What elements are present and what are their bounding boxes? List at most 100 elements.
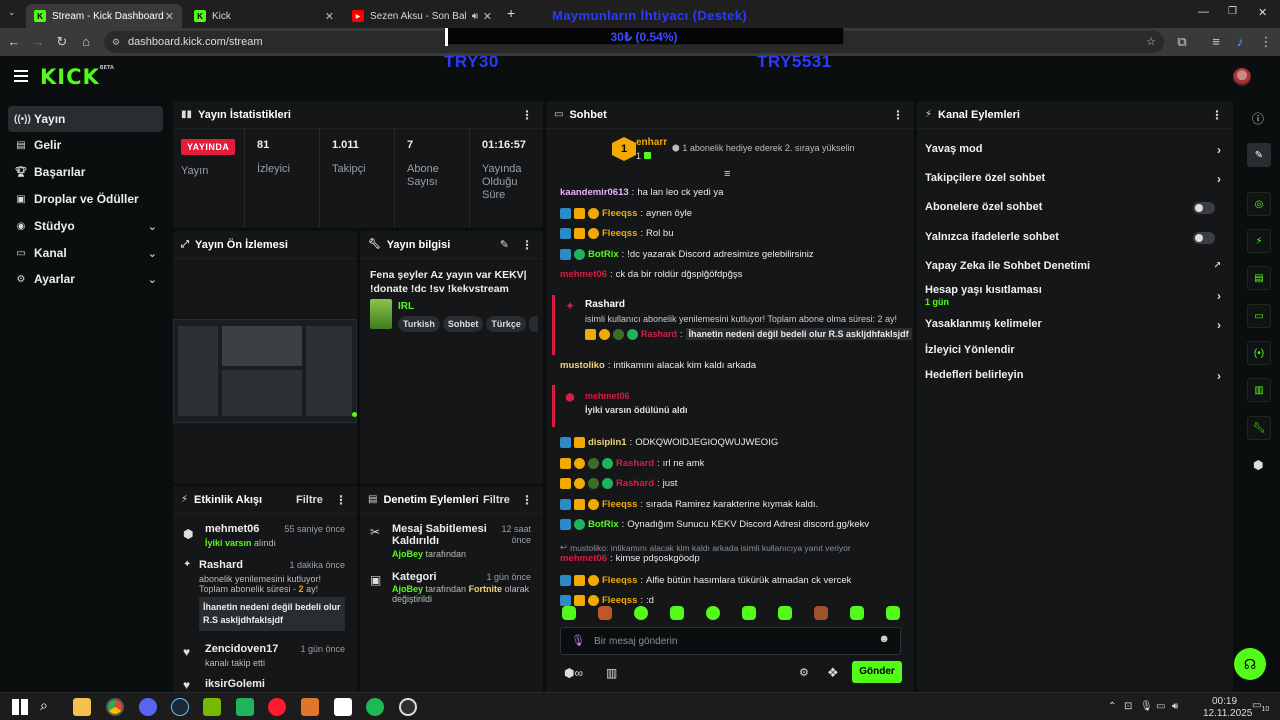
emote-icon[interactable] xyxy=(634,606,648,620)
activity-user[interactable]: iksirGolemi xyxy=(205,678,265,690)
chat-username[interactable]: Rashard xyxy=(616,458,654,469)
steam-icon[interactable] xyxy=(171,698,189,716)
points-icon[interactable]: ⬢∞ xyxy=(564,666,583,680)
reward-user[interactable]: mehmet06 xyxy=(585,391,630,401)
menu-icon[interactable] xyxy=(14,70,28,82)
bolt-rail-icon[interactable]: ⚡︎ xyxy=(1247,229,1271,253)
maximize-window-icon[interactable]: ❐ xyxy=(1228,6,1237,17)
clock-date[interactable]: 12.11.2025 xyxy=(1203,708,1252,719)
close-window-icon[interactable]: ✕ xyxy=(1258,6,1267,19)
new-tab-icon[interactable]: + xyxy=(507,5,515,21)
moderator-name[interactable]: AjoBey xyxy=(392,549,423,559)
leader-name[interactable]: enharr xyxy=(636,137,667,148)
close-tab-icon[interactable]: ✕ xyxy=(483,10,492,23)
tag[interactable]: Sohbet xyxy=(442,316,484,332)
more-options-icon[interactable]: ⋮ xyxy=(521,108,533,122)
resub-user[interactable]: Rashard xyxy=(585,299,625,310)
chat-username[interactable]: mehmet06 xyxy=(560,269,607,280)
tab-youtube[interactable]: ▶ Sezen Aksu - Son Bakış (Ly 🔊︎ ✕ xyxy=(344,4,500,28)
nvidia-icon[interactable] xyxy=(203,698,221,716)
more-options-icon[interactable]: ⋮ xyxy=(521,493,533,507)
windows-start-icon[interactable] xyxy=(12,699,28,715)
emote-icon[interactable] xyxy=(778,606,792,620)
network-icon[interactable]: ▭ xyxy=(1156,701,1165,712)
chat-username[interactable]: Fleeqss xyxy=(602,575,637,586)
app-icon[interactable] xyxy=(236,698,254,716)
tray-app-icon[interactable]: ⊡ xyxy=(1124,701,1132,712)
microphone-tray-icon[interactable]: 🎙︎ xyxy=(1140,701,1153,712)
notifications-icon[interactable]: ▭10 xyxy=(1252,700,1269,713)
browser-menu-icon[interactable]: ⋮ xyxy=(1258,34,1274,50)
app-icon[interactable] xyxy=(301,698,319,716)
sidebar-item-ayarlar[interactable]: ⚙ Ayarlar ⌄ xyxy=(8,266,163,292)
audio-playing-icon[interactable]: 🔊︎ xyxy=(472,11,478,22)
tab-list-icon[interactable]: ⌄ xyxy=(8,7,16,18)
filter-button[interactable]: Filtre xyxy=(483,494,510,506)
sidebar-item-kanal[interactable]: ▭ Kanal ⌄ xyxy=(8,240,163,266)
store-icon[interactable]: ▥ xyxy=(606,666,617,680)
chat-username[interactable]: Fleeqss xyxy=(602,208,637,219)
emote-icon[interactable] xyxy=(886,606,900,620)
minimize-window-icon[interactable]: — xyxy=(1198,6,1209,18)
clip-icon[interactable]: ◎ xyxy=(1247,192,1271,216)
reading-list-icon[interactable]: ≡ xyxy=(1208,34,1224,50)
emote-only-toggle[interactable] xyxy=(1193,232,1215,244)
activity-user[interactable]: Rashard xyxy=(199,559,243,571)
emote-icon[interactable] xyxy=(706,606,720,620)
category-label[interactable]: IRL xyxy=(398,301,414,312)
pinned-collapse-icon[interactable]: ≡ xyxy=(724,168,730,180)
emote-icon[interactable] xyxy=(742,606,756,620)
moderator-name[interactable]: AjoBey xyxy=(392,584,423,594)
sidebar-item-yayin[interactable]: ((•)) Yayın xyxy=(8,106,163,132)
bookmark-star-icon[interactable]: ☆ xyxy=(1146,31,1156,53)
category-thumbnail[interactable] xyxy=(370,299,392,329)
emote-icon[interactable] xyxy=(562,606,576,620)
action-slow-mode[interactable]: Yavaş mod › xyxy=(925,143,1223,157)
gift-sub-icon[interactable]: ❖ xyxy=(827,665,839,681)
extensions-icon[interactable]: ⧉ xyxy=(1174,34,1190,50)
tag[interactable]: Turkish xyxy=(398,316,440,332)
obs-icon[interactable] xyxy=(399,698,417,716)
back-icon[interactable]: ← xyxy=(6,34,22,50)
action-followers-only[interactable]: Takipçilere özel sohbet › xyxy=(925,172,1223,186)
more-options-icon[interactable]: ⋮ xyxy=(892,108,904,122)
wrench-rail-icon[interactable]: 🔧︎ xyxy=(1247,416,1271,440)
action-goals[interactable]: Hedefleri belirleyin › xyxy=(925,369,1223,383)
activity-user[interactable]: Zencidoven17 xyxy=(205,643,278,655)
clock-time[interactable]: 00:19 xyxy=(1212,696,1237,707)
more-options-icon[interactable]: ⋮ xyxy=(335,493,347,507)
opera-icon[interactable] xyxy=(268,698,286,716)
chrome-icon[interactable] xyxy=(106,698,124,716)
kick-logo[interactable]: KICKBETA xyxy=(40,65,114,89)
home-icon[interactable]: ⌂ xyxy=(78,34,94,50)
chat-username[interactable]: Fleeqss xyxy=(602,499,637,510)
capcut-icon[interactable] xyxy=(334,698,352,716)
discord-icon[interactable] xyxy=(139,698,157,716)
emote-icon[interactable] xyxy=(850,606,864,620)
info-icon[interactable]: ⓘ xyxy=(1252,110,1264,127)
chat-username[interactable]: kaandemir0613 xyxy=(560,187,629,198)
chat-username[interactable]: Fleeqss xyxy=(602,595,637,606)
gift-leader[interactable]: 1 xyxy=(612,137,636,161)
chat-rail-icon[interactable]: ▭ xyxy=(1247,304,1271,328)
edit-icon[interactable]: ✎ xyxy=(500,238,509,251)
search-icon[interactable]: ⌕ xyxy=(40,697,48,714)
chat-username[interactable]: BotRix xyxy=(588,519,619,530)
emote-icon[interactable] xyxy=(814,606,828,620)
chat-username[interactable]: mustoliko xyxy=(560,360,605,371)
more-options-icon[interactable]: ⋮ xyxy=(1211,108,1223,122)
close-tab-icon[interactable]: ✕ xyxy=(325,10,334,23)
help-button[interactable]: ☊ xyxy=(1234,648,1266,680)
more-options-icon[interactable]: ⋮ xyxy=(521,238,533,252)
sidebar-item-basarilar[interactable]: 🏆︎ Başarılar xyxy=(8,159,163,185)
close-tab-icon[interactable]: ✕ xyxy=(165,10,174,23)
file-explorer-icon[interactable] xyxy=(73,698,91,716)
profile-icon[interactable]: ♪ xyxy=(1232,34,1248,50)
sidebar-item-droplar[interactable]: ▣ Droplar ve Ödüller xyxy=(8,186,163,212)
chat-username[interactable]: disiplin1 xyxy=(588,437,627,448)
stream-preview-image[interactable] xyxy=(173,319,357,423)
action-account-age[interactable]: Hesap yaşı kısıtlaması › 1 gün xyxy=(925,284,1223,307)
document-rail-icon[interactable]: ▤ xyxy=(1247,266,1271,290)
filter-button[interactable]: Filtre xyxy=(296,494,323,506)
sidebar-item-gelir[interactable]: ▤ Gelir xyxy=(8,132,163,158)
